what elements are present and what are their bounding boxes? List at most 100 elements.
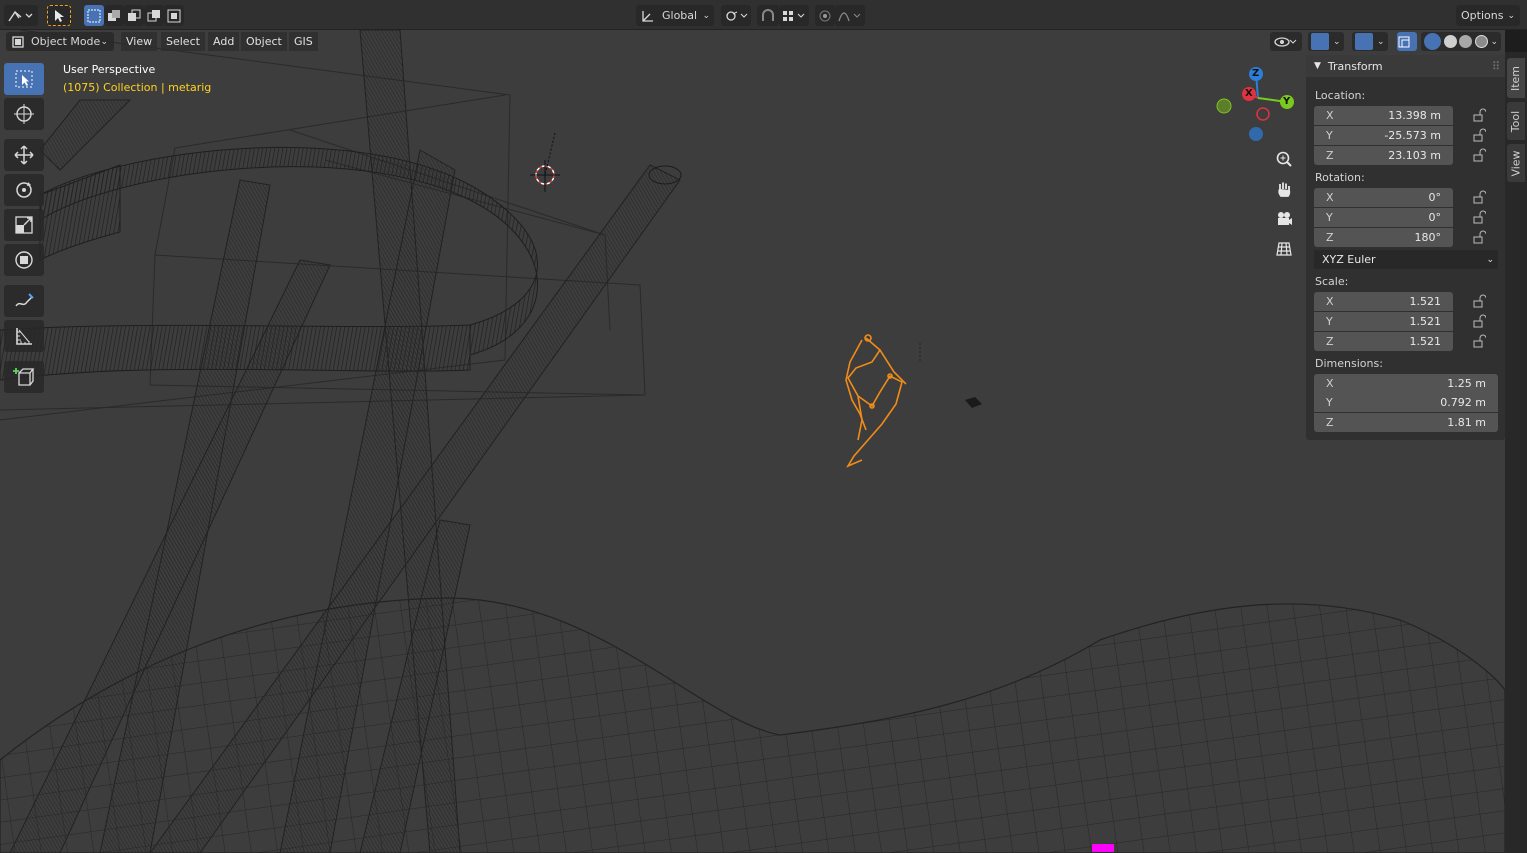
proportional-edit-icon: [819, 10, 831, 21]
annotate-tool[interactable]: [4, 285, 44, 317]
annotate-icon: [15, 293, 34, 307]
camera-view-button[interactable]: [1272, 207, 1296, 231]
lock-icon[interactable]: [1472, 314, 1486, 328]
selected-armature: [845, 334, 907, 468]
tab-item[interactable]: Item: [1507, 58, 1525, 98]
menu-view[interactable]: View: [121, 32, 158, 51]
cursor-tool[interactable]: [4, 98, 44, 130]
terrain-mesh: [0, 597, 1505, 853]
menu-object[interactable]: Object: [241, 32, 287, 51]
scale-x-field[interactable]: X 1.521: [1314, 292, 1453, 311]
xray-icon: [1398, 36, 1410, 47]
menu-gis[interactable]: GIS: [289, 32, 318, 51]
select-extend-button[interactable]: [104, 5, 124, 26]
chevron-down-icon: ⌄: [1377, 36, 1385, 47]
falloff-dropdown[interactable]: [835, 5, 865, 26]
small-object: [965, 397, 982, 408]
select-new-button[interactable]: [84, 5, 104, 26]
proportional-edit-button[interactable]: [815, 5, 835, 26]
rotation-z-field[interactable]: Z 180°: [1314, 228, 1453, 247]
zoom-icon: [1276, 151, 1292, 167]
cursor-arrow-icon: [55, 9, 64, 22]
select-subtract-button[interactable]: [124, 5, 144, 26]
lock-icon[interactable]: [1472, 128, 1486, 142]
material-shading-icon[interactable]: [1459, 35, 1473, 48]
dimensions-y-field[interactable]: Y 0.792 m: [1314, 393, 1498, 412]
editor-type-button[interactable]: [4, 5, 38, 26]
rotation-mode-dropdown[interactable]: XYZ Euler ⌄: [1314, 250, 1498, 269]
transform-panel-header[interactable]: ▼ Transform ⠿: [1306, 55, 1505, 77]
object-mode-label: Object Mode: [31, 35, 101, 48]
move-tool[interactable]: [4, 139, 44, 171]
snap-magnet-icon: [762, 8, 774, 21]
scale-icon: [15, 216, 33, 234]
overlay-toggle[interactable]: ⌄: [1352, 32, 1388, 51]
move-icon: [14, 145, 34, 165]
lock-icon[interactable]: [1472, 190, 1486, 204]
3d-cursor: [530, 132, 560, 192]
rendered-shading-icon[interactable]: [1474, 35, 1488, 48]
rotate-tool[interactable]: [4, 174, 44, 206]
orientation-dropdown[interactable]: Global ⌄: [636, 5, 714, 26]
scale-tool[interactable]: [4, 209, 44, 241]
lock-icon[interactable]: [1472, 108, 1486, 122]
xray-toggle[interactable]: [1397, 32, 1417, 51]
collapse-triangle-icon: ▼: [1314, 61, 1321, 71]
select-intersect-button[interactable]: [164, 5, 184, 26]
panel-title: Transform: [1327, 59, 1383, 73]
object-mode-dropdown[interactable]: Object Mode ⌄: [6, 32, 114, 51]
gizmo-x-label: X: [1245, 88, 1253, 99]
select-box-tool[interactable]: [4, 63, 44, 95]
snap-target-dropdown[interactable]: [779, 5, 809, 26]
camera-icon: [1278, 212, 1292, 225]
solid-shading-icon[interactable]: [1443, 35, 1457, 48]
sidebar-tabs: Item Tool View: [1505, 52, 1527, 853]
visibility-dropdown[interactable]: [1270, 32, 1302, 51]
missing-texture-object: [1092, 844, 1114, 852]
lock-icon[interactable]: [1472, 334, 1486, 348]
chevron-down-icon[interactable]: ⌄: [1490, 37, 1498, 47]
shading-mode-group: ⌄: [1421, 32, 1501, 51]
ortho-toggle-button[interactable]: [1272, 237, 1296, 261]
scale-z-field[interactable]: Z 1.521: [1314, 332, 1453, 351]
gizmo-toggle[interactable]: ⌄: [1308, 32, 1344, 51]
scale-y-field[interactable]: Y 1.521: [1314, 312, 1453, 331]
tab-tool[interactable]: Tool: [1507, 102, 1525, 140]
options-dropdown[interactable]: Options ⌄: [1456, 5, 1520, 26]
dimensions-x-field[interactable]: X 1.25 m: [1314, 374, 1498, 393]
measure-tool[interactable]: [4, 320, 44, 352]
wireframe-shading-icon[interactable]: [1424, 33, 1441, 50]
rotate-icon: [16, 182, 32, 198]
transform-tool[interactable]: [4, 244, 44, 276]
lock-icon[interactable]: [1472, 230, 1486, 244]
measure-icon: [16, 328, 32, 345]
tab-view[interactable]: View: [1507, 144, 1525, 182]
grid-view-icon: [1276, 242, 1292, 256]
pan-button[interactable]: [1272, 177, 1296, 201]
lock-icon[interactable]: [1472, 148, 1486, 162]
pivot-point-dropdown[interactable]: [721, 5, 751, 26]
view-name-label: User Perspective: [63, 63, 156, 76]
rotation-x-field[interactable]: X 0°: [1314, 188, 1453, 207]
location-y-field[interactable]: Y -25.573 m: [1314, 126, 1453, 145]
menu-select[interactable]: Select: [161, 32, 205, 51]
select-mode-button[interactable]: [47, 5, 71, 26]
lock-icon[interactable]: [1472, 210, 1486, 224]
rotation-y-field[interactable]: Y 0°: [1314, 208, 1453, 227]
location-z-field[interactable]: Z 23.103 m: [1314, 146, 1453, 165]
zoom-button[interactable]: [1272, 147, 1296, 171]
viewport-header: Object Mode ⌄ View Select Add Object GIS…: [0, 30, 1505, 52]
top-header-bar: Global ⌄ Options ⌄: [0, 0, 1527, 30]
navigation-gizmo[interactable]: Z X Y: [1210, 62, 1300, 142]
dimensions-z-field[interactable]: Z 1.81 m: [1314, 413, 1498, 432]
snap-toggle-button[interactable]: [757, 5, 779, 26]
select-invert-button[interactable]: [144, 5, 164, 26]
location-x-field[interactable]: X 13.398 m: [1314, 106, 1453, 125]
chevron-down-icon: ⌄: [702, 10, 710, 21]
lock-icon[interactable]: [1472, 294, 1486, 308]
location-label: Location:: [1315, 89, 1366, 102]
drag-handle-icon[interactable]: ⠿: [1492, 60, 1500, 73]
tool-shelf: [4, 63, 46, 396]
menu-add[interactable]: Add: [208, 32, 240, 51]
add-cube-tool[interactable]: [4, 361, 44, 393]
